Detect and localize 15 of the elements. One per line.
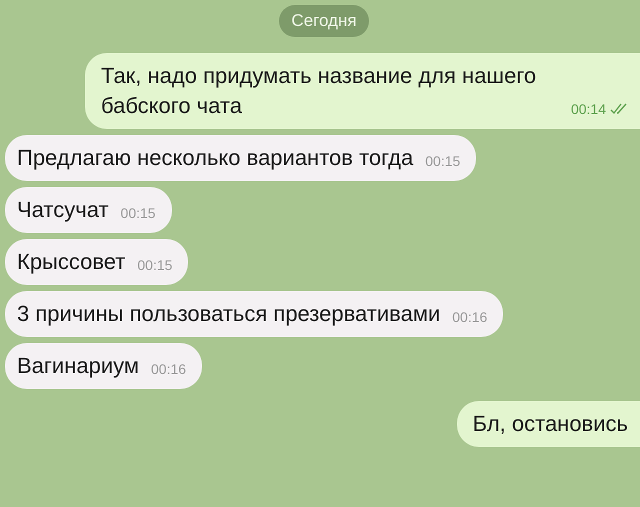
message-time: 00:16	[151, 360, 186, 378]
double-check-icon	[610, 102, 628, 114]
message-text: Вагинариум	[17, 352, 140, 378]
message-text: Так, надо придумать название для нашего бабского чата	[101, 62, 536, 118]
message-time: 00:15	[137, 256, 172, 274]
message-time: 00:16	[452, 308, 488, 326]
message-text: Чатсучат	[17, 196, 109, 222]
message-text: 3 причины пользоваться презервативами	[17, 300, 440, 326]
date-badge: Сегодня	[279, 5, 369, 36]
message-text: Бл, остановись	[472, 410, 628, 436]
message-text: Предлагаю несколько вариантов тогда	[17, 144, 414, 170]
message-text: Крыссовет	[17, 248, 126, 274]
message-time: 00:14	[570, 100, 606, 118]
message-time: 00:15	[425, 152, 460, 170]
message-time: 00:15	[120, 204, 156, 222]
